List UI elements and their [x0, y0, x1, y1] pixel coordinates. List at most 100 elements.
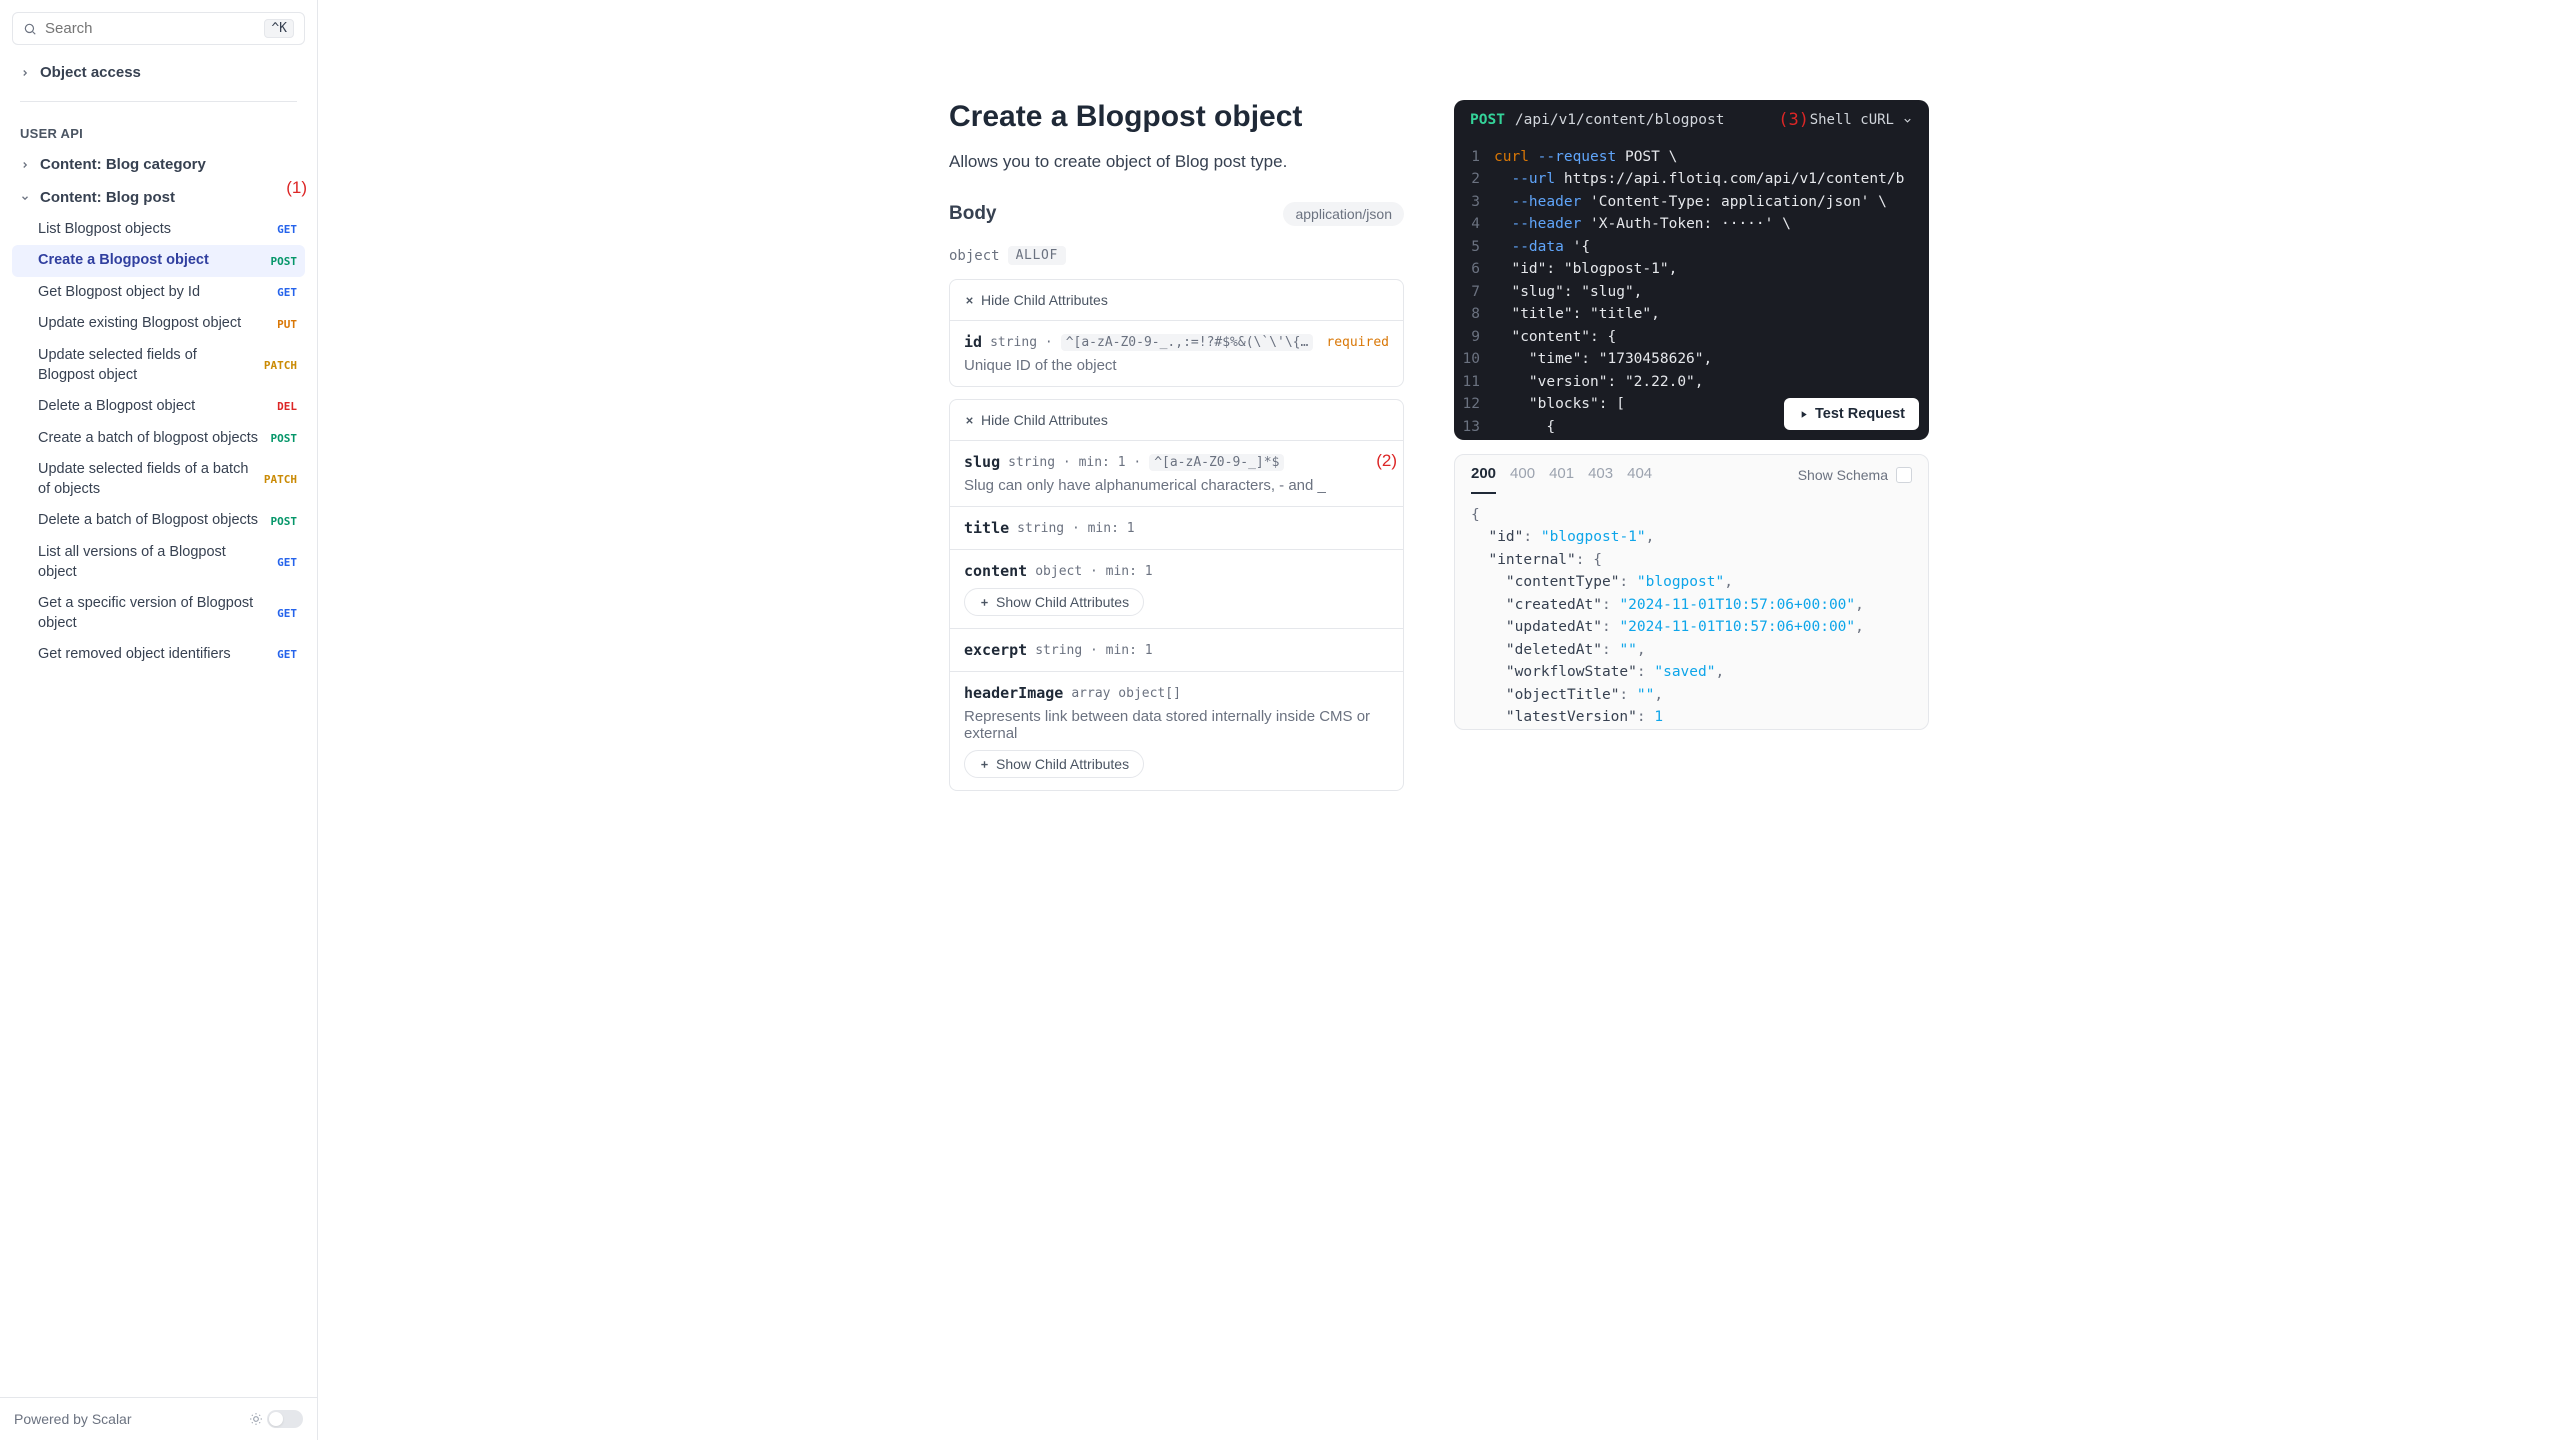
response-body: { id: blogpost-1, internal: { contentTyp…	[1455, 494, 1928, 729]
sidebar-item[interactable]: Delete a batch of Blogpost objectsPOST	[12, 505, 305, 537]
search-box[interactable]: ^K	[12, 12, 305, 45]
sidebar-item[interactable]: Get Blogpost object by Id GET	[12, 277, 305, 309]
hide-child-toggle[interactable]: Hide Child Attributes	[964, 412, 1389, 428]
show-child-button[interactable]: Show Child Attributes	[964, 750, 1144, 778]
response-tab[interactable]: 200	[1471, 465, 1496, 494]
page-description: Allows you to create object of Blog post…	[949, 152, 1404, 172]
show-child-button[interactable]: Show Child Attributes	[964, 588, 1144, 616]
method-tag: GET	[273, 286, 297, 299]
sidebar-item[interactable]: Update selected fields of a batch of obj…	[12, 454, 305, 505]
sidebar-item-label: List Blogpost objects	[38, 220, 265, 240]
sidebar-item-label: Delete a batch of Blogpost objects	[38, 511, 259, 531]
test-request-button[interactable]: Test Request	[1784, 398, 1919, 430]
search-kbd: ^K	[264, 19, 294, 38]
close-icon	[964, 415, 975, 426]
attr-name: id	[964, 333, 982, 351]
section-title: USER API	[12, 114, 305, 149]
sidebar-item-label: Get Blogpost object by Id	[38, 283, 265, 303]
search-input[interactable]	[45, 20, 256, 37]
checkbox[interactable]	[1896, 467, 1912, 483]
language-selector[interactable]: Shell cURL	[1810, 112, 1913, 128]
attr-card-rest: Hide Child Attributes slug string · min:…	[949, 399, 1404, 791]
method-tag: PUT	[273, 318, 297, 331]
overlay-annotation: (3)	[1778, 110, 1809, 130]
sidebar-item[interactable]: List Blogpost objectsGET	[12, 214, 305, 246]
attr-type: string ·	[990, 335, 1053, 350]
response-tab[interactable]: 403	[1588, 465, 1613, 494]
sidebar-item-label: List all versions of a Blogpost object	[38, 543, 265, 582]
sidebar-item[interactable]: List all versions of a Blogpost objectGE…	[12, 537, 305, 588]
sidebar-item-label: Delete a Blogpost object	[38, 397, 265, 417]
nav-blog-category[interactable]: Content: Blog category	[12, 149, 305, 181]
attr-desc: Represents link between data stored inte…	[964, 708, 1389, 742]
play-icon	[1798, 409, 1809, 420]
sidebar-item-label: Update selected fields of a batch of obj…	[38, 460, 252, 499]
sidebar-item[interactable]: Get a specific version of Blogpost objec…	[12, 588, 305, 639]
attr-type: string · min: 1	[1017, 521, 1134, 536]
sidebar-item-label: Update selected fields of Blogpost objec…	[38, 346, 252, 385]
plus-icon	[979, 597, 990, 608]
attr-name: title	[964, 519, 1009, 537]
method-tag: GET	[273, 607, 297, 620]
nav-blog-post[interactable]: Content: Blog post (1)	[12, 182, 305, 214]
response-tab[interactable]: 400	[1510, 465, 1535, 494]
attr-type: string · min: 1 ·	[1008, 455, 1141, 470]
response-tab[interactable]: 404	[1627, 465, 1652, 494]
main: Create a Blogpost object Allows you to c…	[318, 0, 2560, 1440]
code-line: 3 --header 'Content-Type: application/js…	[1454, 191, 1929, 213]
attr-pattern: ^[a-zA-Z0-9-_]*$	[1149, 454, 1284, 471]
sidebar-item[interactable]: Update selected fields of Blogpost objec…	[12, 340, 305, 391]
sidebar-item[interactable]: Delete a Blogpost object DEL	[12, 391, 305, 423]
sidebar-item[interactable]: Update existing Blogpost object PUT	[12, 308, 305, 340]
attr-name: content	[964, 562, 1027, 580]
attr-type: object · min: 1	[1035, 564, 1152, 579]
allof-pill: ALLOF	[1008, 246, 1066, 265]
code-line: 6 "id": "blogpost-1",	[1454, 258, 1929, 280]
theme-toggle[interactable]	[267, 1410, 303, 1428]
code-line: 8 "title": "title",	[1454, 303, 1929, 325]
sidebar-item[interactable]: Get removed object identifiersGET	[12, 639, 305, 671]
code-body: 1curl --request POST \2 --url https://ap…	[1454, 140, 1929, 440]
attr-type: string · min: 1	[1035, 643, 1152, 658]
code-line: 4 --header 'X-Auth-Token: ·····' \	[1454, 213, 1929, 235]
code-path: /api/v1/content/blogpost	[1515, 112, 1725, 128]
attr-pattern: ^[a-zA-Z0-9-_.,:=!?#$%&(\`\'\{…	[1061, 334, 1314, 351]
close-icon	[964, 295, 975, 306]
search-icon	[23, 22, 37, 36]
attr-name: headerImage	[964, 684, 1063, 702]
sidebar-item-label: Create a batch of blogpost objects	[38, 429, 259, 449]
body-label: Body	[949, 203, 997, 225]
attr-desc: Unique ID of the object	[964, 357, 1389, 374]
chevron-right-icon	[20, 68, 32, 78]
sidebar-item-label: Update existing Blogpost object	[38, 314, 265, 334]
code-line: 10 "time": "1730458626",	[1454, 348, 1929, 370]
sidebar-item[interactable]: Create a Blogpost objectPOST	[12, 245, 305, 277]
sidebar-item[interactable]: Create a batch of blogpost objectsPOST	[12, 423, 305, 455]
schema-object-label: object	[949, 248, 1000, 264]
nav-object-access[interactable]: Object access	[12, 57, 305, 89]
attr-card-id: Hide Child Attributes id string · ^[a-zA…	[949, 279, 1404, 387]
hide-child-toggle[interactable]: Hide Child Attributes	[964, 292, 1389, 308]
method-tag: DEL	[273, 400, 297, 413]
chevron-right-icon	[20, 160, 32, 170]
chevron-down-icon	[1902, 115, 1913, 126]
response-tab[interactable]: 401	[1549, 465, 1574, 494]
method-tag: PATCH	[260, 359, 297, 372]
code-line: 11 "version": "2.22.0",	[1454, 371, 1929, 393]
method-tag: POST	[267, 255, 298, 268]
page-title: Create a Blogpost object	[949, 100, 1404, 134]
code-line: 1curl --request POST \	[1454, 146, 1929, 168]
content-type-pill: application/json	[1283, 202, 1404, 226]
sidebar: ^K Object access USER API Content: Blog …	[0, 0, 318, 1440]
code-line: 7 "slug": "slug",	[1454, 281, 1929, 303]
show-schema-toggle[interactable]: Show Schema	[1798, 467, 1912, 493]
chevron-down-icon	[20, 193, 32, 203]
powered-by[interactable]: Powered by Scalar	[14, 1411, 132, 1427]
plus-icon	[979, 759, 990, 770]
attr-required: required	[1326, 335, 1389, 350]
sidebar-item-label: Get a specific version of Blogpost objec…	[38, 594, 265, 633]
attr-name: excerpt	[964, 641, 1027, 659]
method-tag: GET	[273, 648, 297, 661]
code-line: 9 "content": {	[1454, 326, 1929, 348]
attr-desc: Slug can only have alphanumerical charac…	[964, 477, 1389, 494]
